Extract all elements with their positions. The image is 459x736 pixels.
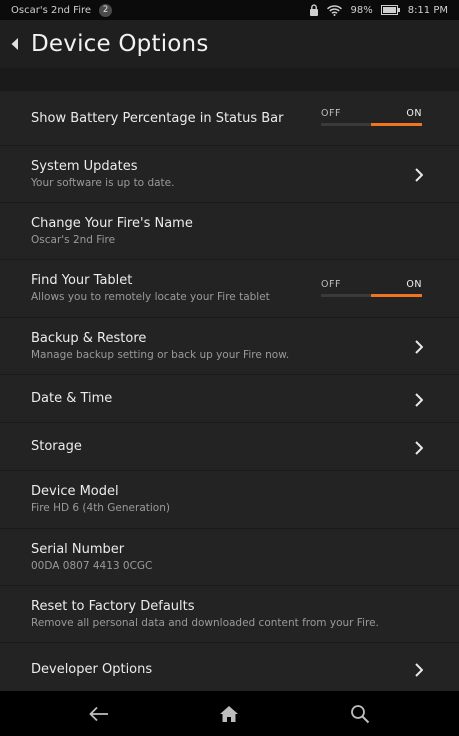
setting-device-model: Device Model Fire HD 6 (4th Generation) (0, 471, 459, 529)
settings-list: Show Battery Percentage in Status Bar OF… (0, 91, 459, 695)
setting-backup-restore[interactable]: Backup & Restore Manage backup setting o… (0, 318, 459, 375)
chevron-right-icon (415, 167, 424, 186)
setting-title: Date & Time (31, 391, 113, 406)
setting-subtitle: Fire HD 6 (4th Generation) (31, 502, 170, 514)
setting-title: Serial Number (31, 541, 125, 557)
notification-count-badge[interactable]: 2 (99, 3, 113, 17)
setting-subtitle: Remove all personal data and downloaded … (31, 616, 379, 629)
setting-subtitle: Oscar's 2nd Fire (31, 233, 116, 246)
chevron-right-icon (415, 339, 424, 358)
setting-subtitle: Manage backup setting or back up your Fi… (31, 348, 290, 361)
setting-subtitle: 00DA 0807 4413 0CGC (31, 559, 153, 572)
wifi-icon (327, 4, 343, 16)
toggle-on-label: ON (406, 278, 422, 290)
setting-storage[interactable]: Storage (0, 423, 459, 471)
setting-find-tablet[interactable]: Find Your Tablet Allows you to remotely … (0, 260, 459, 318)
chevron-right-icon (415, 662, 424, 681)
title-bar: Device Options (0, 20, 459, 68)
setting-fire-name[interactable]: Change Your Fire's Name Oscar's 2nd Fire (0, 203, 459, 260)
search-icon[interactable] (348, 703, 372, 725)
find-tablet-toggle[interactable]: OFF ON (321, 279, 422, 303)
chevron-right-icon (415, 392, 424, 411)
setting-title: Storage (31, 439, 82, 454)
status-bar: Oscar's 2nd Fire 2 98% 8:11 PM (0, 0, 459, 20)
battery-percentage-toggle[interactable]: OFF ON (321, 108, 422, 132)
setting-developer-options[interactable]: Developer Options (0, 643, 459, 695)
back-arrow-icon[interactable] (87, 703, 111, 725)
toggle-fill (371, 123, 422, 126)
toggle-on-label: ON (406, 108, 422, 119)
battery-icon (380, 5, 400, 15)
device-name-label: Oscar's 2nd Fire (11, 4, 92, 16)
toggle-off-label: OFF (321, 108, 341, 119)
setting-title: Reset to Factory Defaults (31, 598, 195, 614)
setting-title: Device Model (31, 484, 119, 499)
chevron-right-icon (415, 440, 424, 459)
clock-label: 8:11 PM (407, 4, 448, 16)
setting-title: Backup & Restore (31, 330, 147, 346)
setting-battery-percentage[interactable]: Show Battery Percentage in Status Bar OF… (0, 91, 459, 146)
navigation-bar (0, 691, 459, 736)
back-caret-icon[interactable] (0, 20, 30, 68)
toggle-fill (371, 293, 422, 297)
setting-title: Change Your Fire's Name (31, 215, 193, 231)
page-title: Device Options (31, 31, 209, 57)
home-icon[interactable] (217, 703, 241, 725)
lock-icon (309, 4, 319, 16)
setting-date-time[interactable]: Date & Time (0, 375, 459, 423)
battery-percent-label: 98% (350, 4, 373, 16)
setting-factory-reset[interactable]: Reset to Factory Defaults Remove all per… (0, 586, 459, 643)
setting-serial-number: Serial Number 00DA 0807 4413 0CGC (0, 529, 459, 586)
status-left: Oscar's 2nd Fire 2 (11, 3, 113, 17)
toggle-off-label: OFF (321, 278, 341, 290)
setting-title: Developer Options (31, 661, 153, 677)
setting-system-updates[interactable]: System Updates Your software is up to da… (0, 146, 459, 203)
setting-title: System Updates (31, 158, 138, 174)
setting-subtitle: Your software is up to date. (31, 176, 175, 189)
status-right: 98% 8:11 PM (309, 4, 448, 16)
